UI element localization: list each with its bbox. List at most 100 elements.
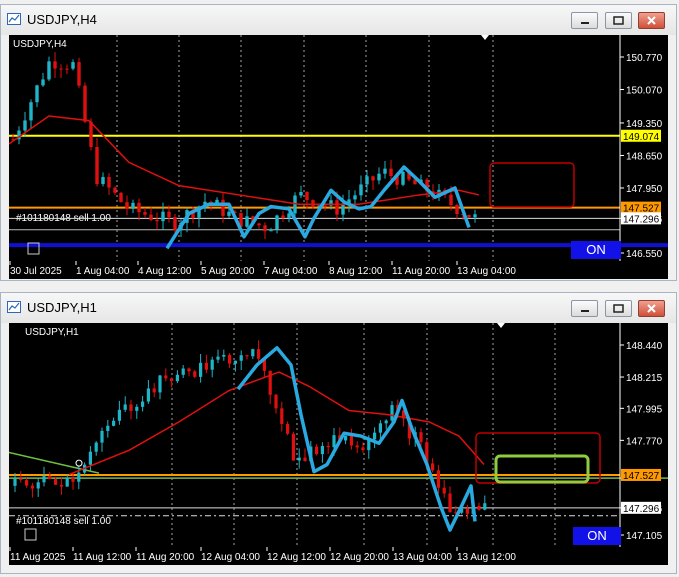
price-tick-label: 146.550 xyxy=(626,249,663,260)
candle-body xyxy=(286,424,290,434)
candle-body xyxy=(131,202,135,209)
candle-body xyxy=(112,420,116,426)
candle-body xyxy=(48,476,52,480)
candle-body xyxy=(42,476,46,483)
candle-body xyxy=(448,493,452,513)
candle-body xyxy=(361,447,365,451)
time-tick-label: 5 Aug 20:00 xyxy=(201,266,255,277)
time-tick-label: 4 Aug 12:00 xyxy=(138,266,192,277)
candle-body xyxy=(125,202,129,209)
candle-body xyxy=(263,225,267,232)
candle-body xyxy=(47,61,51,80)
chart-symbol-label: USDJPY,H1 xyxy=(25,327,79,338)
close-icon xyxy=(647,304,656,313)
chart-window-icon xyxy=(7,301,21,313)
price-tick-label: 150.770 xyxy=(626,53,663,64)
price-chart-canvas: USDJPY,H1 #101180148 sell 1.00 148.440 14… xyxy=(9,323,668,547)
candle-body xyxy=(95,147,99,185)
time-axis: 11 Aug 2025 11 Aug 12:00 11 Aug 20:00 12 Au… xyxy=(9,547,668,565)
candle-body xyxy=(483,503,487,510)
close-icon xyxy=(647,16,656,25)
candle-body xyxy=(35,85,39,103)
candle-body xyxy=(216,356,220,360)
candle-body xyxy=(281,215,285,218)
price-chart[interactable]: USDJPY,H4 #101180148 sell 1.00 150.770 15… xyxy=(9,35,668,261)
price-chart[interactable]: USDJPY,H1 #101180148 sell 1.00 148.440 14… xyxy=(9,323,668,547)
candle-body xyxy=(371,176,375,181)
title-bar[interactable]: USDJPY,H1 xyxy=(1,293,676,323)
candle-body xyxy=(222,354,226,357)
candle-body xyxy=(210,359,214,370)
candle-body xyxy=(199,362,203,377)
candle-body xyxy=(161,211,165,222)
candle-body xyxy=(227,211,231,216)
candle-body xyxy=(344,435,348,441)
close-button[interactable] xyxy=(638,12,665,29)
expand-icon[interactable] xyxy=(24,528,37,541)
candle-body xyxy=(275,215,279,230)
candle-body xyxy=(94,442,98,452)
candle-body xyxy=(257,223,261,226)
time-tick-label: 13 Aug 04:00 xyxy=(393,552,452,563)
on-badge[interactable]: ON xyxy=(573,527,621,545)
minimize-button[interactable] xyxy=(571,300,598,317)
candle-body xyxy=(164,375,168,379)
candle-body xyxy=(228,354,232,364)
shift-marker-icon[interactable] xyxy=(497,323,505,328)
title-bar[interactable]: USDJPY,H4 xyxy=(1,5,676,35)
maximize-icon xyxy=(613,16,624,25)
target-zone-box[interactable] xyxy=(489,162,575,208)
candle-body xyxy=(41,79,45,86)
candle-body xyxy=(19,478,23,481)
candle-body xyxy=(373,432,377,440)
candle-body xyxy=(59,484,63,487)
candle-body xyxy=(167,211,171,218)
candle-body xyxy=(326,446,330,448)
candle-body xyxy=(65,68,69,70)
candle-body xyxy=(305,192,309,201)
on-badge[interactable]: ON xyxy=(571,241,621,259)
candle-body xyxy=(117,409,121,421)
shift-marker-icon[interactable] xyxy=(481,35,489,40)
maximize-button[interactable] xyxy=(605,12,632,29)
candle-body xyxy=(88,451,92,465)
time-tick-label: 12 Aug 20:00 xyxy=(330,552,389,563)
candle-body xyxy=(106,425,110,431)
minimize-icon xyxy=(581,310,589,312)
candle-body xyxy=(465,508,469,514)
candle-body xyxy=(193,371,197,377)
candle-body xyxy=(359,184,363,196)
candle-body xyxy=(245,216,249,227)
candle-body xyxy=(29,102,33,121)
candle-body xyxy=(141,401,145,407)
time-tick-label: 11 Aug 20:00 xyxy=(136,552,195,563)
price-tick-label: 147.105 xyxy=(626,531,663,542)
candle-body xyxy=(467,214,471,218)
close-button[interactable] xyxy=(638,300,665,317)
candle-body xyxy=(149,214,153,220)
minimize-icon xyxy=(581,22,589,24)
candle-body xyxy=(155,219,159,222)
maximize-button[interactable] xyxy=(605,300,632,317)
minimize-button[interactable] xyxy=(571,12,598,29)
candle-body xyxy=(100,430,104,443)
candle-body xyxy=(170,378,174,382)
time-tick-label: 30 Jul 2025 xyxy=(10,266,62,277)
price-chart-canvas: USDJPY,H4 #101180148 sell 1.00 150.77015… xyxy=(9,35,668,261)
candle-body xyxy=(341,203,345,215)
price-badge-label: 149.074 xyxy=(623,132,660,143)
moving-average-line xyxy=(68,371,485,476)
candle-body xyxy=(25,480,29,486)
candle-body xyxy=(239,355,243,361)
time-tick-label: 8 Aug 12:00 xyxy=(329,266,383,277)
candle-body xyxy=(280,408,284,425)
time-axis-canvas: 30 Jul 2025 1 Aug 04:00 4 Aug 12:00 5 Aug 2… xyxy=(9,261,516,277)
candle-body xyxy=(365,176,369,185)
candle-body xyxy=(297,457,301,461)
time-axis: 30 Jul 2025 1 Aug 04:00 4 Aug 12:00 5 Aug 2… xyxy=(9,261,668,279)
candle-body xyxy=(436,470,440,488)
candle-body xyxy=(299,192,303,196)
candle-body xyxy=(384,420,388,424)
candle-body xyxy=(123,404,127,410)
candle-body xyxy=(152,388,156,393)
